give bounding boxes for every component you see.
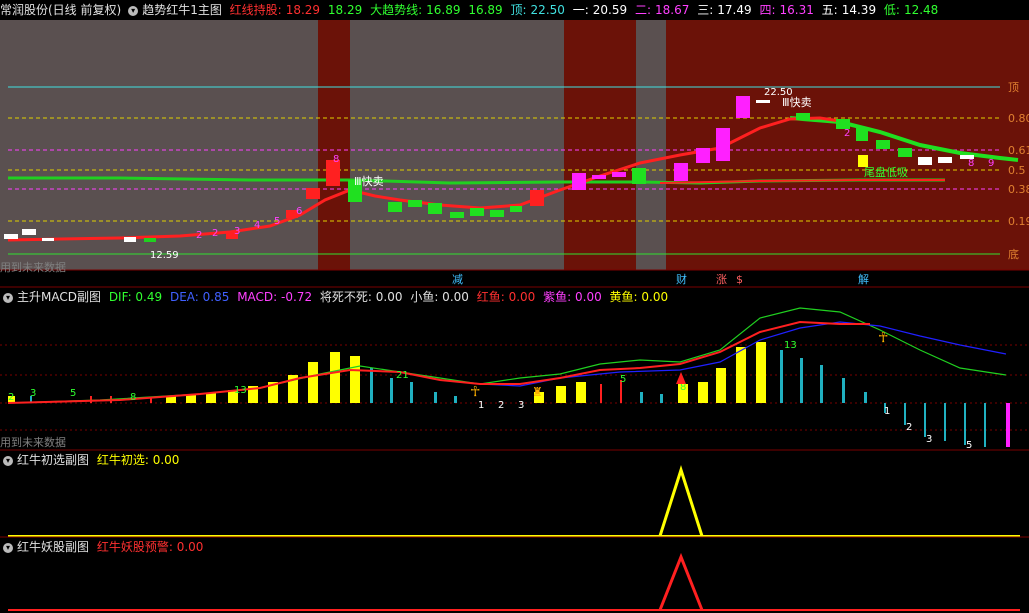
dif-line [7,307,1007,404]
macd-grid [0,344,1029,431]
marker: $ [736,273,743,286]
macd-header: ▾ 主升MACD副图 DIF: 0.49 DEA: 0.85 MACD: -0.7… [0,288,672,306]
dropdown-icon[interactable]: ▾ [3,292,13,303]
svg-text:9: 9 [988,158,994,169]
count: 1 [478,400,484,411]
macd-title[interactable]: 主升MACD副图 [17,290,101,304]
sub1-title[interactable]: 红牛初选副图 [17,453,89,467]
count: 13 [234,385,247,396]
count: 21 [396,370,409,381]
jiang-value: 将死不死: 0.00 [319,290,403,304]
count: 8 [130,392,136,403]
count: 3 [518,400,524,411]
marker: 财 [676,272,687,286]
marker: 涨 [716,273,727,286]
dif-value: DIF: 0.49 [108,290,163,304]
count: 2 [498,400,504,411]
huangyu-value: 黄鱼: 0.00 [609,290,669,304]
dropdown-icon[interactable]: ▾ [3,455,13,466]
sub2-peak [658,552,704,611]
axis-label: 0.80 [1008,112,1029,125]
svg-text:2: 2 [212,228,218,239]
macd-bottom-numbers: 1 2 3 1 2 3 5 [478,400,972,451]
dropdown-icon[interactable]: ▾ [3,542,13,553]
macd-bars [8,342,1010,447]
axis-label: 0.5 [1008,164,1026,177]
runner-icon: ☥ [878,330,888,346]
count: 5 [966,440,972,451]
axis-label: 底 [1008,247,1019,261]
macd-value: MACD: -0.72 [237,290,313,304]
count: 1 [884,406,890,417]
svg-text:6: 6 [296,206,302,217]
low-note: 12.59 [150,250,179,261]
count: 3 [926,434,932,445]
marker: 解 [858,272,869,286]
count: 2 [8,392,14,403]
buy-label: 尾盘低吸 [864,165,908,179]
svg-text:8: 8 [333,154,339,165]
dea-value: DEA: 0.85 [169,290,230,304]
axis-label: 0.38 [1008,183,1029,196]
sell-label: Ⅲ快卖 [782,96,812,109]
future-note: 用到未来数据 [0,436,66,449]
svg-text:8: 8 [968,158,974,169]
svg-text:4: 4 [254,220,260,231]
sub2-header: ▾ 红牛妖股副图 红牛妖股预警: 0.00 [0,538,207,556]
count: 13 [784,340,797,351]
axis-label: 0.61 [1008,144,1029,157]
svg-text:3: 3 [234,226,240,237]
xiaoyu-value: 小鱼: 0.00 [410,290,469,304]
count: 5 [620,374,626,385]
axis-label: 顶 [1008,81,1019,94]
svg-text:5: 5 [274,216,280,227]
sub1-header: ▾ 红牛初选副图 红牛初选: 0.00 [0,451,183,469]
count: 5 [70,388,76,399]
bell-icon: ♜ [532,385,543,399]
axis-label: 0.19 [1008,215,1029,228]
count: 2 [906,422,912,433]
event-markers: 减 财 涨 $ 解 [452,272,869,286]
sub1-peak [658,465,704,537]
sub2-value: 红牛妖股预警: 0.00 [96,540,204,554]
marker: 减 [452,273,463,286]
svg-text:2: 2 [844,128,850,139]
red-up-arrow [676,372,686,384]
sell-label: Ⅲ快卖 [354,175,384,188]
hongyu-value: 红鱼: 0.00 [476,290,536,304]
chart-canvas[interactable]: 2234568 289 顶 0.80 0.61 0.5 0.38 0.19 底 … [0,0,1029,613]
svg-text:2: 2 [196,230,202,241]
sub2-title[interactable]: 红牛妖股副图 [17,540,89,554]
sub1-value: 红牛初选: 0.00 [96,453,180,467]
count: 3 [30,388,36,399]
zones [0,20,1029,270]
ziyu-value: 紫鱼: 0.00 [543,290,602,304]
future-note: 用到未来数据 [0,261,66,274]
runner-icon: ☥ [470,384,480,400]
